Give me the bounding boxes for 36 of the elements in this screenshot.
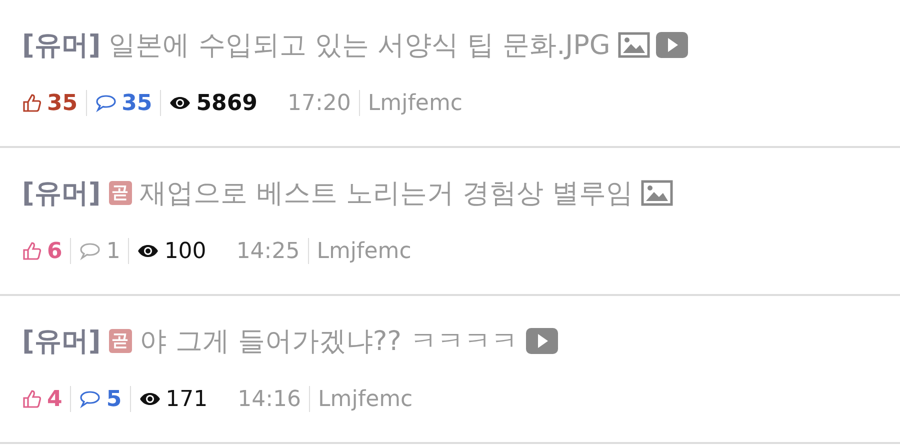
- eye-icon: [138, 392, 161, 406]
- comment-count: 5: [106, 386, 122, 412]
- post-title[interactable]: 재업으로 베스트 노리는거 경험상 별루임: [140, 175, 634, 211]
- like-count: 6: [47, 238, 62, 264]
- thumbs-up-icon: [22, 389, 42, 409]
- speech-bubble-icon: [79, 389, 102, 409]
- speech-bubble-icon: [94, 93, 117, 113]
- play-icon: [526, 328, 558, 354]
- view-count: 100: [164, 238, 206, 264]
- badge: 곧: [108, 329, 132, 353]
- view-count: 171: [166, 386, 208, 412]
- comment-count: 1: [106, 238, 120, 264]
- eye-icon: [169, 96, 192, 110]
- like-count: 4: [47, 386, 62, 412]
- thumbs-up-icon: [22, 241, 42, 261]
- comment-count: 35: [122, 90, 152, 116]
- image-icon: [641, 180, 674, 206]
- post-time: 14:25: [236, 238, 300, 264]
- post-title[interactable]: 야 그게 들어가겠냐?? ㅋㅋㅋㅋ: [140, 323, 518, 359]
- author-name[interactable]: Lmjfemc: [368, 90, 462, 116]
- category-label: [유머]: [22, 29, 101, 63]
- author-name[interactable]: Lmjfemc: [316, 238, 412, 264]
- post-time: 17:20: [287, 90, 351, 116]
- badge: 곧: [108, 181, 132, 205]
- like-count: 35: [47, 90, 78, 116]
- play-icon: [656, 32, 688, 58]
- view-count: 5869: [196, 90, 258, 116]
- author-name[interactable]: Lmjfemc: [318, 386, 413, 412]
- post-time: 14:16: [238, 386, 302, 412]
- image-icon: [618, 32, 650, 58]
- category-label: [유머]: [22, 177, 101, 211]
- post-title[interactable]: 일본에 수입되고 있는 서양식 팁 문화.JPG: [108, 27, 610, 63]
- category-label: [유머]: [22, 325, 101, 359]
- thumbs-up-icon: [22, 93, 42, 113]
- eye-icon: [137, 244, 160, 258]
- speech-bubble-icon: [79, 241, 102, 261]
